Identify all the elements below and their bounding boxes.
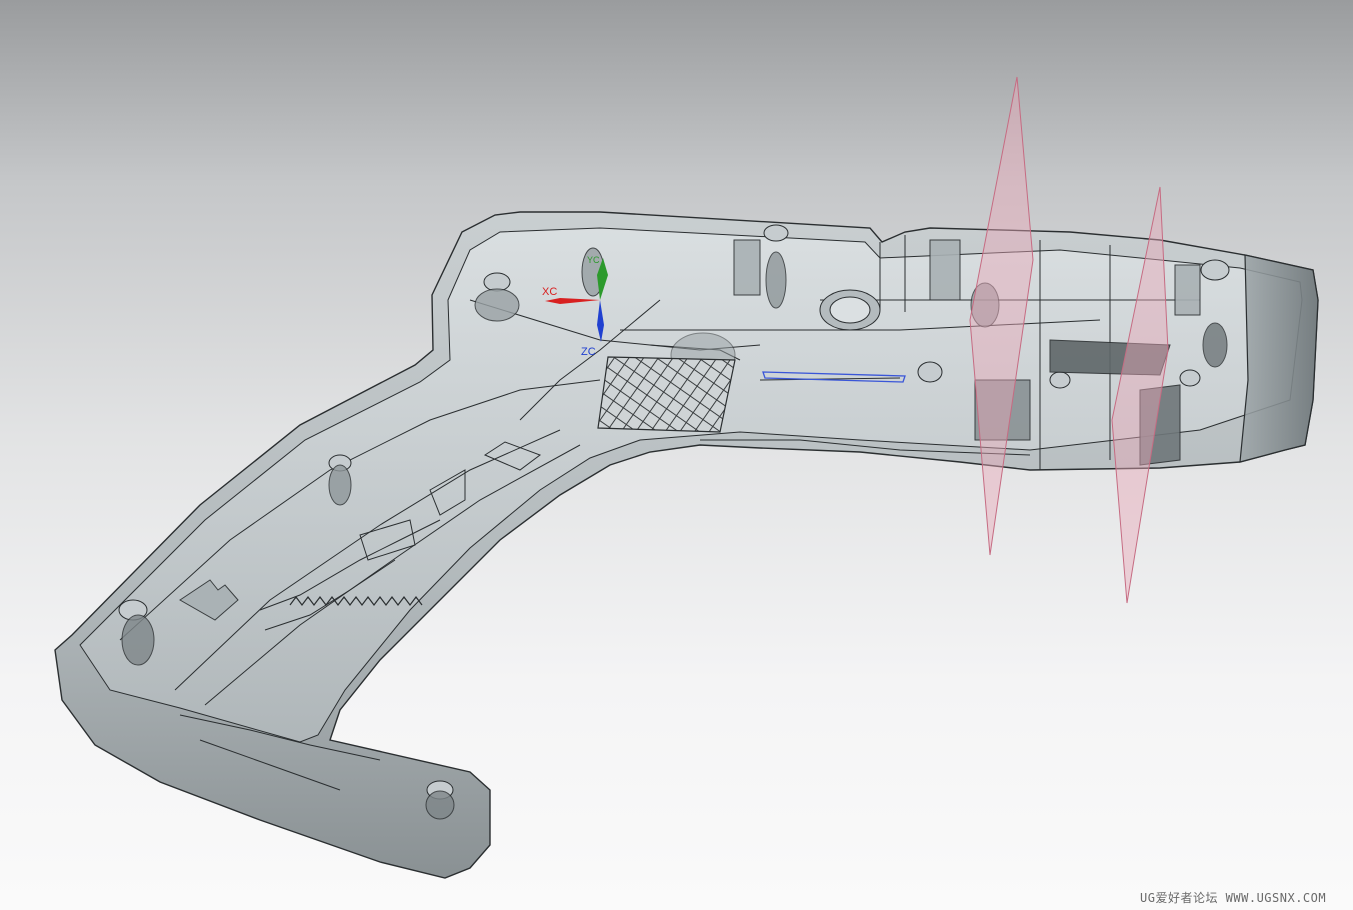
yc-axis-label: YC (587, 255, 600, 265)
zc-axis-label: ZC (581, 346, 596, 358)
model-scene[interactable] (0, 0, 1353, 910)
xc-axis-label: XC (542, 286, 558, 298)
forum-watermark: UG爱好者论坛 WWW.UGSNX.COM (1140, 891, 1327, 905)
graphics-viewport[interactable]: XC YC ZC UG爱好者论坛 WWW.UGSNX.COM (0, 0, 1353, 910)
vent-grille (597, 356, 736, 433)
datum-plane-1[interactable] (969, 76, 1034, 556)
nose-cone[interactable] (1239, 254, 1319, 463)
